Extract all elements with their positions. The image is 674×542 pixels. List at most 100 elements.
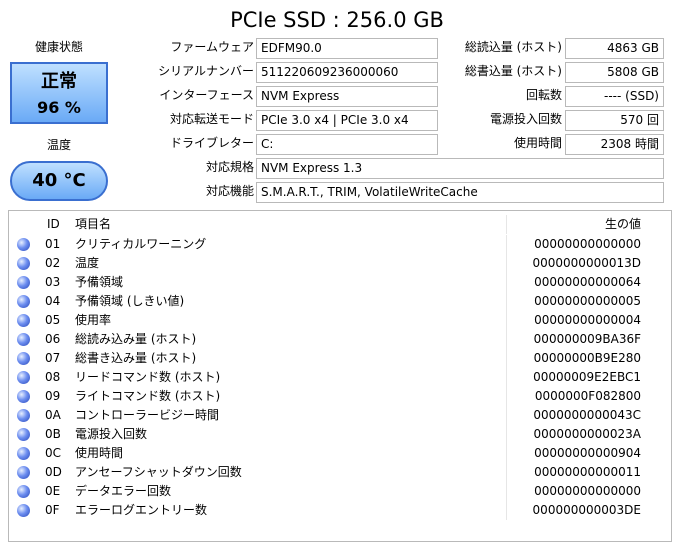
table-row[interactable]: 0F エラーログエントリー数 000000000003DE (9, 501, 671, 520)
power-on-hours-value: 2308 時間 (565, 134, 664, 155)
features-value: S.M.A.R.T., TRIM, VolatileWriteCache (256, 182, 664, 203)
attribute-name: リードコマンド数 (ホスト) (75, 370, 221, 384)
attribute-raw-value: 00000000000064 (534, 275, 641, 289)
attribute-id: 03 (45, 275, 61, 289)
health-status-text: 正常 (41, 71, 77, 92)
attribute-id: 07 (45, 351, 61, 365)
column-divider (506, 311, 507, 330)
attribute-name: アンセーフシャットダウン回数 (75, 465, 242, 479)
column-divider (506, 349, 507, 368)
attribute-id: 0C (45, 446, 62, 460)
column-divider (506, 425, 507, 444)
column-divider (506, 444, 507, 463)
health-label: 健康状態 (34, 40, 83, 54)
attribute-raw-value: 00000000000904 (534, 446, 641, 460)
attribute-id: 0E (45, 484, 61, 498)
table-row[interactable]: 04 予備領域 (しきい値) 00000000000005 (9, 292, 671, 311)
table-row[interactable]: 0E データエラー回数 00000000000000 (9, 482, 671, 501)
attribute-id: 01 (45, 237, 61, 251)
status-dot-icon (17, 466, 30, 479)
attribute-raw-value: 0000000000043C (533, 408, 641, 422)
attribute-name: 予備領域 (しきい値) (75, 294, 185, 308)
table-row[interactable]: 02 温度 0000000000013D (9, 254, 671, 273)
power-on-count-label: 電源投入回数 (489, 112, 562, 126)
status-dot-icon (17, 352, 30, 365)
table-row[interactable]: 03 予備領域 00000000000064 (9, 273, 671, 292)
smart-attribute-table[interactable]: ID 項目名 生の値 01 クリティカルワーニング 00000000000000 02… (8, 210, 672, 542)
host-writes-label: 総書込量 (ホスト) (464, 64, 562, 78)
host-reads-value: 4863 GB (565, 38, 664, 59)
serial-label: シリアルナンバー (158, 64, 254, 78)
transfer-mode-label: 対応転送モード (169, 112, 254, 126)
column-divider (506, 254, 507, 273)
table-row[interactable]: 01 クリティカルワーニング 00000000000000 (9, 235, 671, 254)
table-row[interactable]: 09 ライトコマンド数 (ホスト) 0000000F082800 (9, 387, 671, 406)
standard-value: NVM Express 1.3 (256, 158, 664, 179)
attribute-name: ライトコマンド数 (ホスト) (75, 389, 221, 403)
drive-letter-label: ドライブレター (169, 136, 254, 150)
table-row[interactable]: 07 総書き込み量 (ホスト) 00000000B9E280 (9, 349, 671, 368)
attribute-raw-value: 00000000000000 (534, 237, 641, 251)
status-dot-icon (17, 276, 30, 289)
column-divider (506, 273, 507, 292)
attribute-raw-value: 0000000000023A (533, 427, 641, 441)
attribute-raw-value: 0000000F082800 (534, 389, 641, 403)
attribute-raw-value: 00000000000000 (534, 484, 641, 498)
attribute-name: クリティカルワーニング (75, 237, 207, 251)
status-dot-icon (17, 504, 30, 517)
attribute-id: 05 (45, 313, 61, 327)
column-header-id[interactable]: ID (47, 215, 60, 234)
attribute-id: 02 (45, 256, 61, 270)
column-header-name[interactable]: 項目名 (75, 215, 111, 234)
column-header-raw[interactable]: 生の値 (605, 215, 641, 234)
column-divider (506, 482, 507, 501)
attribute-id: 09 (45, 389, 61, 403)
table-row[interactable]: 0D アンセーフシャットダウン回数 00000000000011 (9, 463, 671, 482)
status-dot-icon (17, 390, 30, 403)
attribute-id: 0D (45, 465, 62, 479)
attribute-name: 電源投入回数 (75, 427, 148, 441)
attribute-name: 温度 (75, 256, 100, 270)
interface-value: NVM Express (256, 86, 438, 107)
status-dot-icon (17, 428, 30, 441)
column-divider (506, 292, 507, 311)
temperature-button[interactable]: 40 °C (10, 161, 108, 201)
status-dot-icon (17, 371, 30, 384)
table-row[interactable]: 0C 使用時間 00000000000904 (9, 444, 671, 463)
health-status-button[interactable]: 正常 96 % (10, 62, 108, 124)
status-dot-icon (17, 409, 30, 422)
status-dot-icon (17, 257, 30, 270)
column-divider (506, 406, 507, 425)
attribute-id: 0F (45, 503, 60, 517)
transfer-mode-value: PCIe 3.0 x4 | PCIe 3.0 x4 (256, 110, 438, 131)
attribute-id: 08 (45, 370, 61, 384)
host-writes-value: 5808 GB (565, 62, 664, 83)
attribute-name: 使用時間 (75, 446, 124, 460)
power-on-hours-label: 使用時間 (513, 136, 562, 150)
table-row[interactable]: 0A コントローラービジー時間 0000000000043C (9, 406, 671, 425)
attribute-name: 総読み込み量 (ホスト) (75, 332, 197, 346)
table-row[interactable]: 0B 電源投入回数 0000000000023A (9, 425, 671, 444)
status-dot-icon (17, 333, 30, 346)
column-divider (506, 501, 507, 520)
column-divider (506, 387, 507, 406)
attribute-name: 使用率 (75, 313, 112, 327)
standard-label: 対応規格 (205, 160, 254, 174)
smart-table-header: ID 項目名 生の値 (9, 215, 671, 234)
attribute-raw-value: 00000000000004 (534, 313, 641, 327)
attribute-raw-value: 00000000000005 (534, 294, 641, 308)
interface-label: インターフェース (159, 88, 254, 102)
attribute-name: 総書き込み量 (ホスト) (75, 351, 197, 365)
attribute-raw-value: 00000000B9E280 (533, 351, 641, 365)
attribute-name: エラーログエントリー数 (75, 503, 208, 517)
health-percent: 96 % (37, 98, 81, 117)
table-row[interactable]: 06 総読み込み量 (ホスト) 000000009BA36F (9, 330, 671, 349)
temperature-label: 温度 (46, 138, 71, 152)
column-divider (506, 330, 507, 349)
status-dot-icon (17, 238, 30, 251)
attribute-id: 06 (45, 332, 61, 346)
drive-title: PCIe SSD : 256.0 GB (230, 8, 444, 32)
table-row[interactable]: 05 使用率 00000000000004 (9, 311, 671, 330)
column-divider (506, 235, 507, 254)
table-row[interactable]: 08 リードコマンド数 (ホスト) 00000009E2EBC1 (9, 368, 671, 387)
